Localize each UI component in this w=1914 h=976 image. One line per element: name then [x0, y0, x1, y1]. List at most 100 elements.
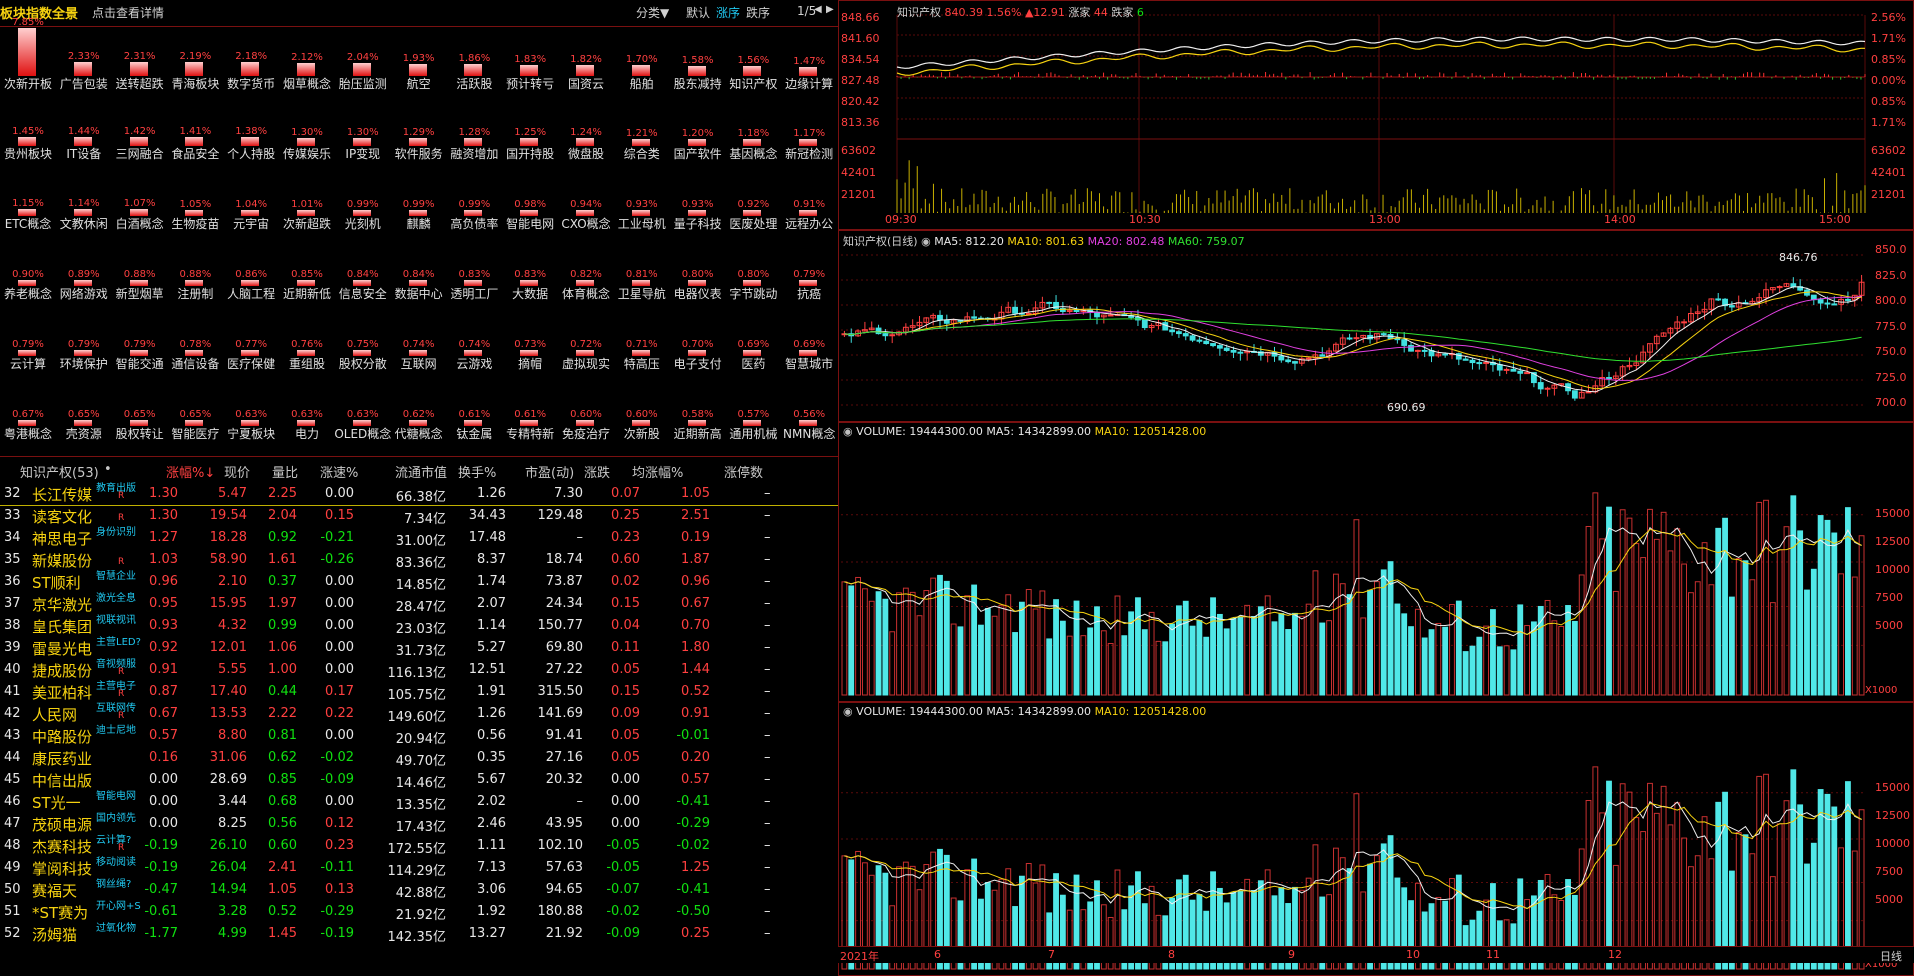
volume2-title: VOLUME: 19444300.00: [856, 705, 983, 718]
current-price: 8.80: [218, 728, 247, 743]
limit-up-count: –: [764, 838, 771, 853]
candle-body: [1845, 298, 1851, 301]
sort-menu-button[interactable]: 分类▼: [636, 4, 669, 21]
intraday-panel[interactable]: 知识产权 840.39 1.56% ▲12.91 涨家 44 跌家 6 848.…: [838, 0, 1914, 230]
candle-body: [937, 314, 943, 321]
volume-bar: [1647, 508, 1653, 696]
table-row[interactable]: 34 神思电子 身份识别 1.27 18.28 0.92 -0.21 31.00亿 17.48 –…: [0, 527, 838, 549]
axis-tick-label: 21201: [1871, 188, 1906, 201]
pct-change: 0.96: [149, 574, 178, 589]
stock-name: 杰赛科技: [32, 838, 93, 856]
turnover: 17.48: [468, 530, 506, 545]
volume-bar: [1189, 625, 1196, 696]
row-number: 43: [4, 728, 21, 743]
volume-bar: [1715, 801, 1722, 970]
daily-low-label: 690.69: [1387, 401, 1426, 414]
next-page-icon[interactable]: ▶: [826, 4, 834, 15]
candle-body: [1517, 370, 1524, 374]
dropdown-icon[interactable]: ◉: [843, 425, 853, 438]
sector-tile[interactable]: 1.17% 新冠检测: [775, 96, 843, 164]
detail-link[interactable]: 点击查看详情: [92, 4, 164, 21]
pct-change: 1.30: [149, 486, 178, 501]
volume-bar: [1674, 802, 1681, 970]
sector-tile[interactable]: 0.79% 抗癌: [775, 236, 843, 304]
candle-body: [1394, 338, 1401, 341]
limit-up-count: –: [764, 530, 771, 545]
daily-kline-panel[interactable]: 知识产权(日线) ◉ MA5: 812.20 MA10: 801.63 MA20…: [838, 230, 1914, 422]
candle-body: [1176, 331, 1182, 335]
volume-bar: [1838, 573, 1845, 696]
turnover: 1.11: [477, 838, 506, 853]
axis-tick-label: 2.56%: [1871, 11, 1906, 24]
column-header[interactable]: 涨停数: [724, 462, 763, 481]
column-header[interactable]: 现价: [224, 462, 250, 481]
volume2-ma5: MA5: 14342899.00: [986, 705, 1092, 718]
current-price: 5.55: [218, 662, 247, 677]
sector-tile[interactable]: 0.69% 智慧城市: [775, 306, 843, 374]
avg-change: 0.70: [681, 618, 710, 633]
turnover: 2.46: [477, 816, 506, 831]
volume-bar: [984, 607, 991, 696]
table-row[interactable]: 44 康辰药业 0.16 31.06 0.62 -0.02 49.70亿 0.35 27.16 0…: [0, 747, 838, 769]
sector-tile[interactable]: 1.47% 边缘计算: [775, 26, 843, 94]
current-price: 17.40: [209, 684, 247, 699]
volume-bar: [1558, 625, 1565, 696]
avg-change: 0.52: [681, 684, 710, 699]
column-header[interactable]: 换手%: [458, 462, 496, 481]
pe-ratio: 69.80: [545, 640, 583, 655]
candle-body: [1571, 390, 1578, 399]
prev-page-icon[interactable]: ◀: [814, 4, 822, 15]
pct-change: 1.03: [149, 552, 178, 567]
candle-body: [1223, 347, 1230, 351]
sort-up-button[interactable]: 涨序: [716, 4, 740, 21]
market-cap: 17.43亿: [395, 820, 446, 835]
volume-bar: [1080, 635, 1087, 696]
volume-ratio: 0.56: [268, 816, 297, 831]
row-number: 50: [4, 882, 21, 897]
column-header[interactable]: 量比: [272, 462, 298, 481]
sort-down-button[interactable]: 跌序: [746, 4, 770, 21]
stock-name: 神思电子: [32, 530, 93, 548]
row-number: 40: [4, 662, 21, 677]
column-header[interactable]: 市盈(动): [525, 462, 574, 481]
volume-bar: [841, 581, 848, 696]
sector-tile[interactable]: 0.91% 远程办公: [775, 166, 843, 234]
sector-tile[interactable]: 0.56% NMN概念: [775, 376, 843, 444]
column-header[interactable]: 知识产权(53): [20, 462, 99, 481]
volume-panel-1[interactable]: ◉ VOLUME: 19444300.00 MA5: 14342899.00 M…: [838, 422, 1914, 702]
sort-default-button[interactable]: 默认: [686, 4, 710, 21]
stock-name: 京华激光: [32, 596, 93, 614]
row-number: 35: [4, 552, 21, 567]
column-header[interactable]: 均涨幅%: [632, 462, 683, 481]
table-row[interactable]: 43 中路股份 迪士尼地 0.57 8.80 0.81 0.00 20.94亿 0.56 91.4…: [0, 725, 838, 747]
market-cap: 13.35亿: [395, 798, 446, 813]
turnover: 0.35: [477, 750, 506, 765]
speed: 0.23: [325, 838, 354, 853]
column-header[interactable]: 涨幅%↓: [166, 462, 215, 481]
market-cap: 114.29亿: [387, 864, 447, 879]
volume-bar: [930, 577, 937, 696]
turnover: 0.56: [477, 728, 506, 743]
column-header[interactable]: 流通市值: [395, 462, 447, 481]
axis-tick-label: 825.0: [1875, 268, 1907, 282]
column-header[interactable]: 涨跌: [584, 462, 610, 481]
volume-bar: [1428, 629, 1435, 696]
dropdown-icon[interactable]: ◉: [921, 235, 931, 248]
volume-bar: [1742, 560, 1749, 696]
pe-ratio: 27.16: [545, 750, 583, 765]
pct-change: 0.92: [149, 640, 178, 655]
volume-chart-1: [841, 492, 1865, 696]
stock-name: 捷成股份: [32, 662, 93, 680]
table-row[interactable]: 32 长江传媒 教育出版 R 1.30 5.47 2.25 0.00 66.38亿 1.26 7.3…: [0, 483, 838, 506]
price-change: 0.05: [611, 750, 640, 765]
volume-bar: [1162, 641, 1169, 696]
current-price: 28.69: [209, 772, 247, 787]
table-row[interactable]: 52 汤姆猫 过氧化物 -1.77 4.99 1.45 -0.19 142.35亿 13.27 2…: [0, 923, 838, 945]
column-header[interactable]: 涨速%: [320, 462, 358, 481]
volume-panel-2[interactable]: ◉ VOLUME: 19444300.00 MA5: 14342899.00 M…: [838, 702, 1914, 976]
dropdown-icon[interactable]: ◉: [843, 705, 853, 718]
current-price: 4.32: [218, 618, 247, 633]
row-number: 49: [4, 860, 21, 875]
column-header[interactable]: •: [104, 462, 112, 477]
limit-up-count: –: [764, 794, 771, 809]
